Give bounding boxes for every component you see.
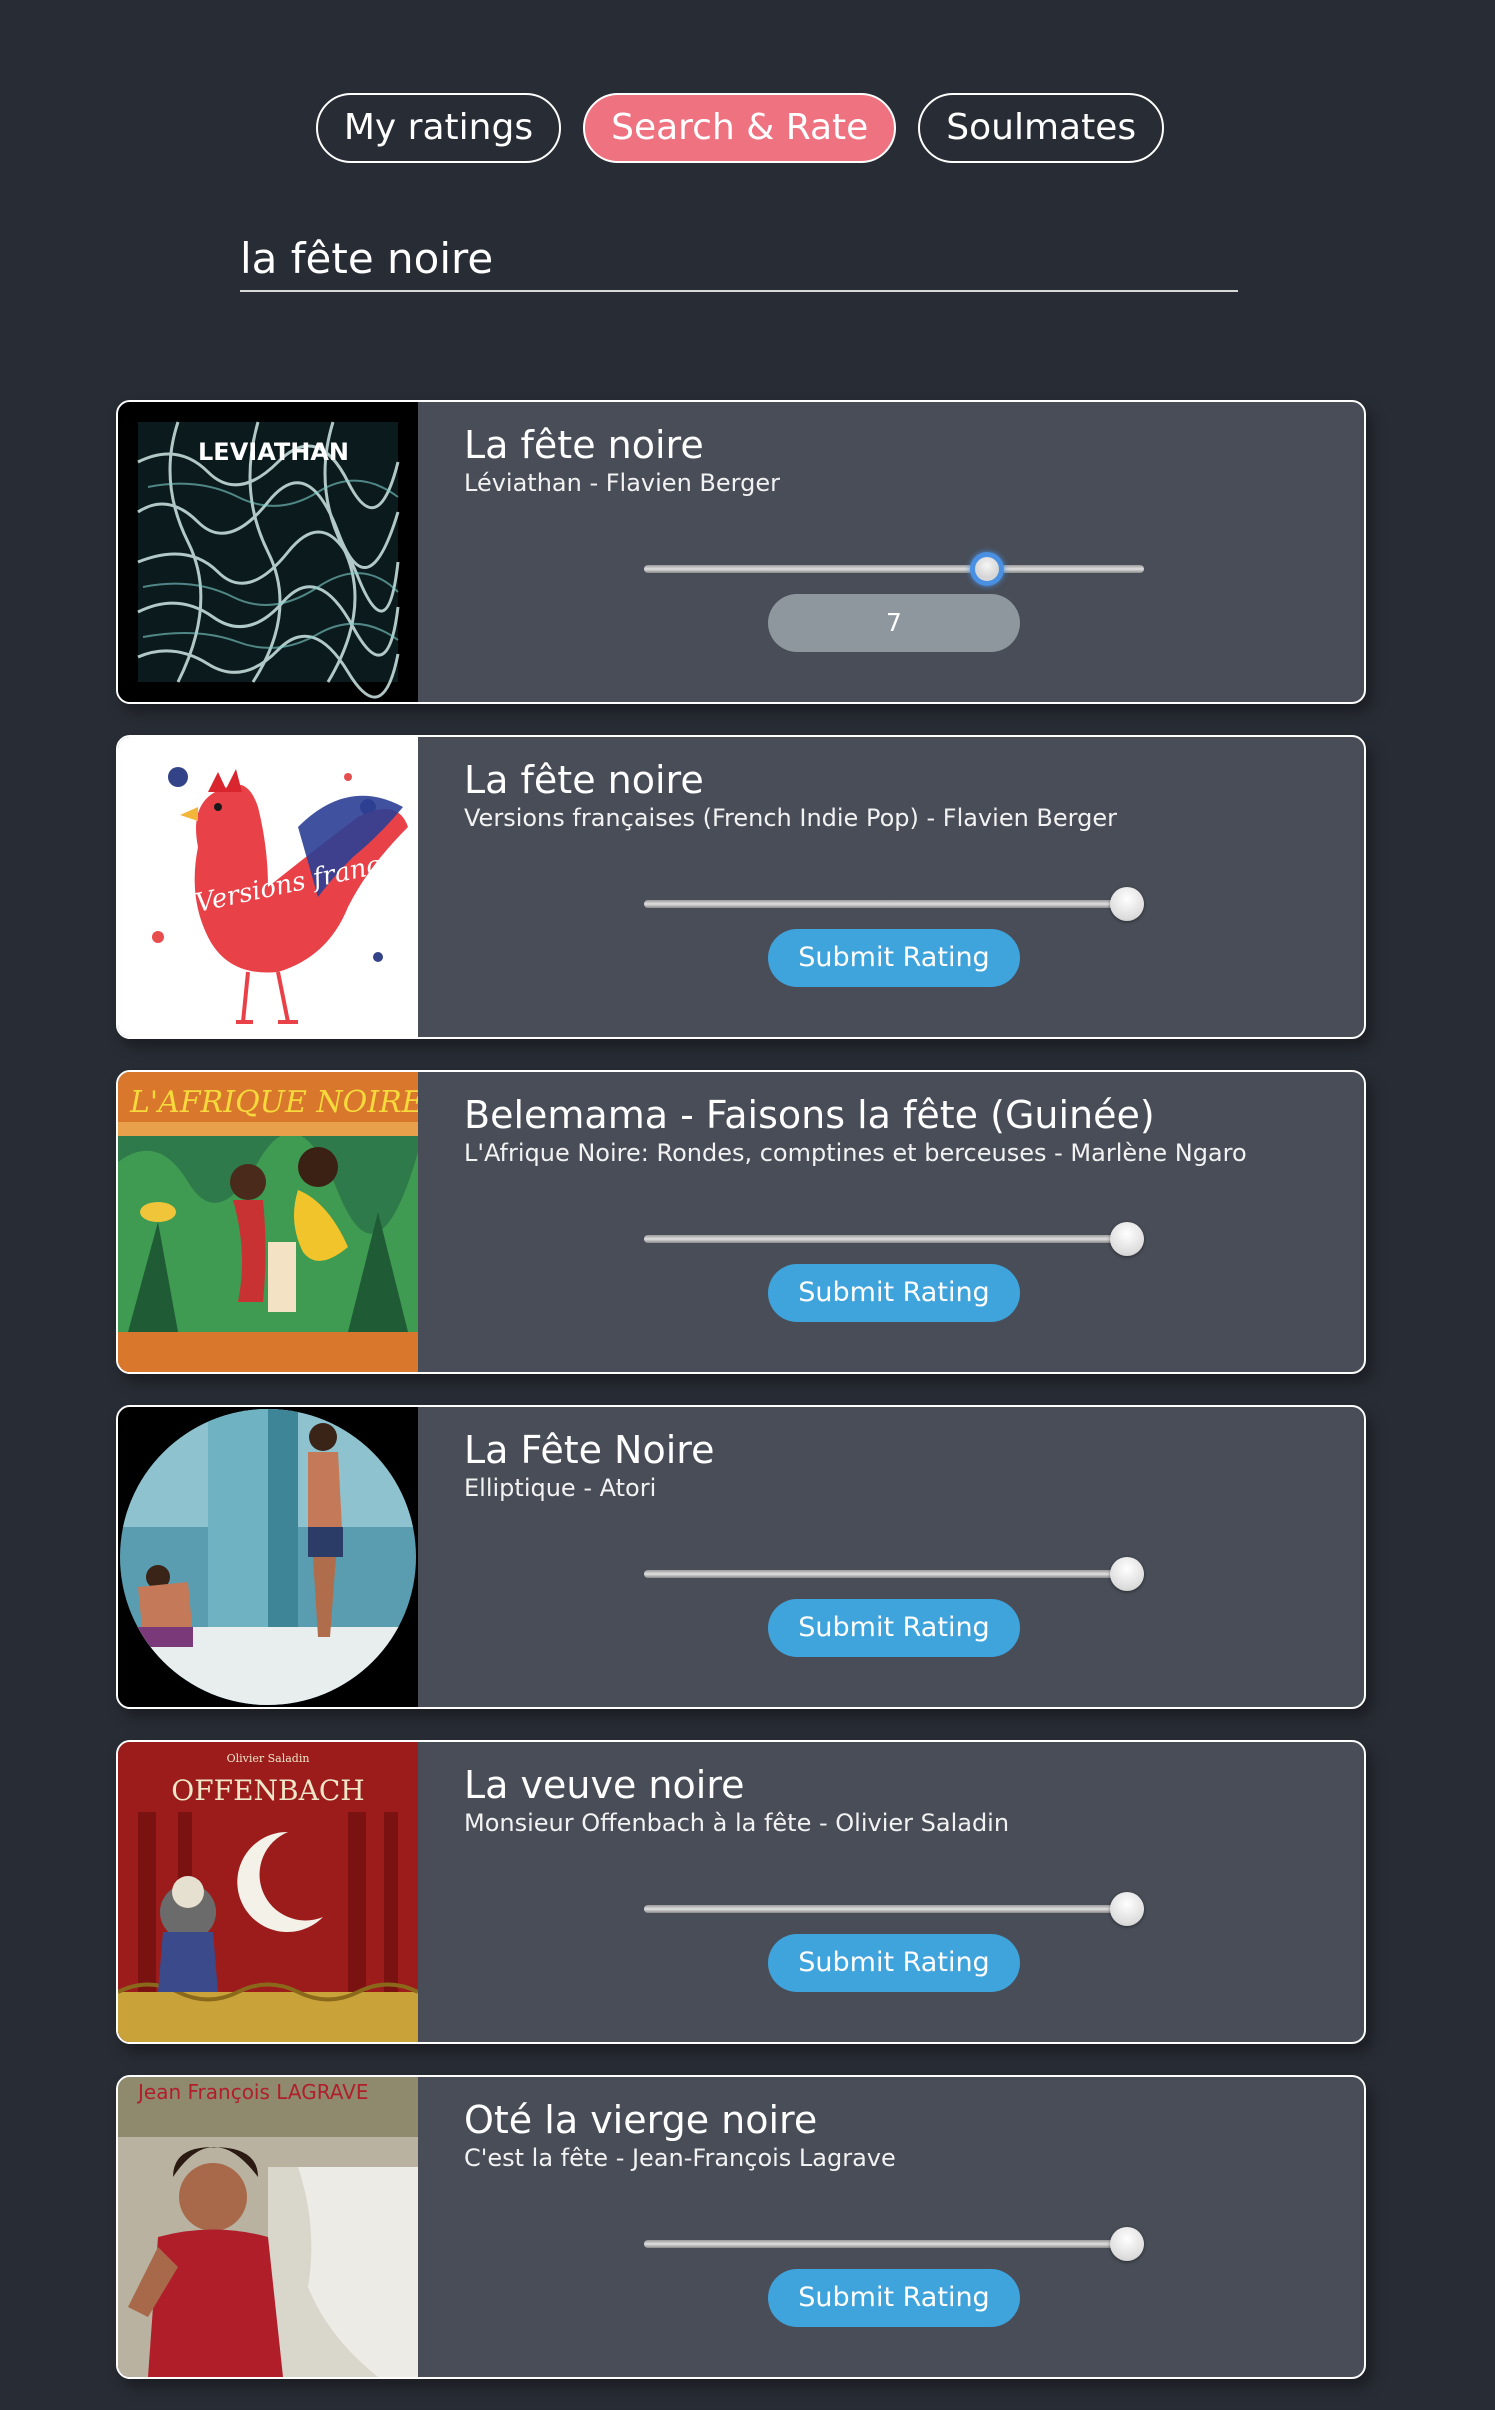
- track-info: La Fête Noire Elliptique - Atori: [464, 1427, 1344, 1503]
- result-card: Olivier Saladin OFFENBACH La veuve noire…: [116, 1740, 1366, 2044]
- album-art-lagrave-image: Jean François LAGRAVE: [118, 2077, 418, 2377]
- rating-slider[interactable]: [644, 2225, 1144, 2265]
- svg-text:Olivier Saladin: Olivier Saladin: [227, 1752, 310, 1765]
- track-subtitle: L'Afrique Noire: Rondes, comptines et be…: [464, 1139, 1247, 1167]
- tab-search-rate[interactable]: Search & Rate: [583, 93, 897, 163]
- rating-value-pill: 7: [768, 594, 1020, 652]
- track-title: La fête noire: [464, 423, 704, 467]
- track-subtitle: Versions françaises (French Indie Pop) -…: [464, 804, 1117, 832]
- track-info: La fête noire Versions françaises (Frenc…: [464, 757, 1344, 833]
- album-art: Jean François LAGRAVE: [118, 2077, 418, 2377]
- album-art-rooster-image: Versions françaises: [118, 737, 418, 1037]
- track-title: La fête noire: [464, 758, 704, 802]
- track-info: La veuve noire Monsieur Offenbach à la f…: [464, 1762, 1344, 1838]
- slider-thumb[interactable]: [1110, 1557, 1144, 1591]
- album-art-elliptique-image: [118, 1407, 418, 1707]
- track-title: La Fête Noire: [464, 1428, 715, 1472]
- album-art-text: Jean François LAGRAVE: [136, 2080, 369, 2104]
- track-subtitle: Monsieur Offenbach à la fête - Olivier S…: [464, 1809, 1010, 1837]
- album-art-text: L'AFRIQUE NOIRE: [129, 1085, 418, 1120]
- result-card: La Fête Noire Elliptique - Atori Submit …: [116, 1405, 1366, 1709]
- track-title: Belemama - Faisons la fête (Guinée): [464, 1093, 1155, 1137]
- track-title: La veuve noire: [464, 1763, 745, 1807]
- album-art-offenbach-image: Olivier Saladin OFFENBACH: [118, 1742, 418, 2042]
- album-art-leviathan-image: LEVIATHAN: [118, 402, 418, 702]
- rating-slider[interactable]: [644, 1890, 1144, 1930]
- slider-thumb[interactable]: [1110, 1222, 1144, 1256]
- submit-rating-button[interactable]: Submit Rating: [768, 1599, 1020, 1657]
- album-art-afrique-image: L'AFRIQUE NOIRE: [118, 1072, 418, 1372]
- submit-rating-button[interactable]: Submit Rating: [768, 929, 1020, 987]
- track-info: Oté la vierge noire C'est la fête - Jean…: [464, 2097, 1344, 2173]
- submit-rating-button[interactable]: Submit Rating: [768, 1264, 1020, 1322]
- slider-track: [644, 1905, 1144, 1913]
- slider-track: [644, 2240, 1144, 2248]
- search-input[interactable]: [240, 228, 1238, 288]
- album-art-text: OFFENBACH: [171, 1774, 364, 1807]
- nav-tabs: My ratings Search & Rate Soulmates: [0, 93, 1480, 163]
- slider-thumb[interactable]: [1110, 887, 1144, 921]
- track-subtitle: Léviathan - Flavien Berger: [464, 469, 780, 497]
- slider-track: [644, 1570, 1144, 1578]
- tab-my-ratings[interactable]: My ratings: [315, 93, 562, 163]
- rating-slider[interactable]: [644, 550, 1144, 590]
- album-art: Olivier Saladin OFFENBACH: [118, 1742, 418, 2042]
- result-card: Jean François LAGRAVE Oté la vierge noir…: [116, 2075, 1366, 2379]
- album-art: L'AFRIQUE NOIRE: [118, 1072, 418, 1372]
- album-art: Versions françaises: [118, 737, 418, 1037]
- slider-track: [644, 900, 1144, 908]
- result-card: LEVIATHAN La fête noire Léviathan - Flav…: [116, 400, 1366, 704]
- track-subtitle: C'est la fête - Jean-François Lagrave: [464, 2144, 896, 2172]
- slider-thumb[interactable]: [1110, 2227, 1144, 2261]
- rating-slider[interactable]: [644, 1555, 1144, 1595]
- rating-slider[interactable]: [644, 1220, 1144, 1260]
- album-art: [118, 1407, 418, 1707]
- slider-thumb[interactable]: [970, 552, 1005, 586]
- album-art: LEVIATHAN: [118, 402, 418, 702]
- slider-thumb[interactable]: [1110, 1892, 1144, 1926]
- tab-soulmates[interactable]: Soulmates: [918, 93, 1165, 163]
- slider-track: [644, 1235, 1144, 1243]
- track-info: La fête noire Léviathan - Flavien Berger: [464, 422, 1344, 498]
- track-subtitle: Elliptique - Atori: [464, 1474, 657, 1502]
- track-title: Oté la vierge noire: [464, 2098, 818, 2142]
- submit-rating-button[interactable]: Submit Rating: [768, 2269, 1020, 2327]
- slider-track: [644, 565, 1144, 573]
- results-list: LEVIATHAN La fête noire Léviathan - Flav…: [116, 400, 1366, 2410]
- result-card: Versions françaises La fête noire Versio…: [116, 735, 1366, 1039]
- search-field: [240, 228, 1238, 292]
- submit-rating-button[interactable]: Submit Rating: [768, 1934, 1020, 1992]
- result-card: L'AFRIQUE NOIRE Belemama - Faisons la fê…: [116, 1070, 1366, 1374]
- track-info: Belemama - Faisons la fête (Guinée) L'Af…: [464, 1092, 1344, 1168]
- rating-slider[interactable]: [644, 885, 1144, 925]
- album-art-text: LEVIATHAN: [198, 438, 349, 466]
